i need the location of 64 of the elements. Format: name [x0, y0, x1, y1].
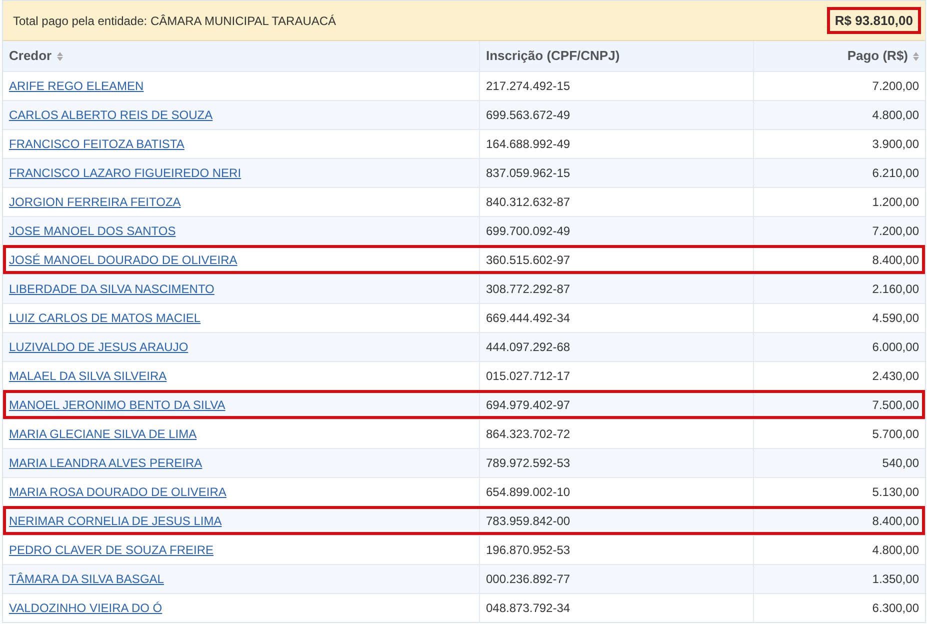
- creditor-link[interactable]: JORGION FERREIRA FEITOZA: [9, 193, 181, 211]
- column-header[interactable]: Pago (R$): [847, 46, 908, 66]
- creditor-link[interactable]: TÂMARA DA SILVA BASGAL: [9, 570, 164, 588]
- table-cell-text: 4.800,00: [872, 542, 919, 559]
- creditor-link[interactable]: MARIA LEANDRA ALVES PEREIRA: [9, 454, 202, 472]
- creditor-link[interactable]: MALAEL DA SILVA SILVEIRA: [9, 367, 167, 385]
- creditor-link[interactable]: LUZIVALDO DE JESUS ARAUJO: [9, 338, 188, 356]
- creditor-link[interactable]: JOSE MANOEL DOS SANTOS: [9, 222, 176, 240]
- summary-label: Total pago pela entidade: CÂMARA MUNICIPAL TARAUACÁ: [13, 12, 336, 30]
- table-cell-text: 048.873.792-34: [486, 600, 570, 617]
- table-cell-text: 4.800,00: [872, 107, 919, 124]
- creditor-link[interactable]: CARLOS ALBERTO REIS DE SOUZA: [9, 106, 213, 124]
- table-cell-text: 164.688.992-49: [486, 136, 570, 153]
- creditor-link[interactable]: LUIZ CARLOS DE MATOS MACIEL: [9, 309, 201, 327]
- table-cell-text: 6.300,00: [872, 600, 919, 617]
- table-cell-text: 000.236.892-77: [486, 571, 570, 588]
- creditor-link[interactable]: MARIA ROSA DOURADO DE OLIVEIRA: [9, 483, 226, 501]
- table-cell-text: 2.160,00: [872, 281, 919, 298]
- creditor-link[interactable]: JOSÉ MANOEL DOURADO DE OLIVEIRA: [9, 251, 238, 269]
- table-cell-text: 2.430,00: [872, 368, 919, 385]
- table-cell-text: 837.059.962-15: [486, 165, 570, 182]
- creditor-link[interactable]: FRANCISCO FEITOZA BATISTA: [9, 135, 184, 153]
- table-cell-text: 3.900,00: [872, 136, 919, 153]
- sort-icon[interactable]: [56, 52, 63, 60]
- table-cell-text: 6.210,00: [872, 165, 919, 182]
- table-cell-text: 840.312.632-87: [486, 194, 570, 211]
- table-cell-text: 360.515.602-97: [486, 252, 570, 269]
- table-cell-text: 699.563.672-49: [486, 107, 570, 124]
- creditor-link[interactable]: PEDRO CLAVER DE SOUZA FREIRE: [9, 541, 214, 559]
- total-amount: R$ 93.810,00: [826, 6, 921, 34]
- table-cell-text: 7.200,00: [872, 223, 919, 240]
- table-cell-text: 669.444.492-34: [486, 310, 570, 327]
- table-cell-text: 654.899.002-10: [486, 484, 570, 501]
- table-cell-text: 699.700.092-49: [486, 223, 570, 240]
- table-cell-text: 789.972.592-53: [486, 455, 570, 472]
- creditor-link[interactable]: NERIMAR CORNELIA DE JESUS LIMA: [9, 512, 222, 530]
- table-cell-text: 7.500,00: [872, 397, 919, 414]
- creditor-link[interactable]: MARIA GLECIANE SILVA DE LIMA: [9, 425, 197, 443]
- table-cell-text: 4.590,00: [872, 310, 919, 327]
- sort-icon[interactable]: [913, 52, 919, 60]
- table-cell-text: 444.097.292-68: [486, 339, 570, 356]
- table-cell-text: 8.400,00: [872, 252, 919, 269]
- creditor-link[interactable]: LIBERDADE DA SILVA NASCIMENTO: [9, 280, 214, 298]
- table-cell-text: 864.323.702-72: [486, 426, 570, 443]
- table-cell-text: 1.200,00: [872, 194, 919, 211]
- table-cell-text: 217.274.492-15: [486, 78, 570, 95]
- creditor-link[interactable]: FRANCISCO LAZARO FIGUEIREDO NERI: [9, 164, 242, 182]
- table-cell-text: 308.772.292-87: [486, 281, 570, 298]
- table-cell-text: 540,00: [882, 455, 919, 472]
- table-cell-text: 783.959.842-00: [486, 513, 570, 530]
- table-cell-text: 5.130,00: [872, 484, 919, 501]
- table-cell-text: 015.027.712-17: [486, 368, 570, 385]
- table-cell-text: 1.350,00: [872, 571, 919, 588]
- table-cell-text: 6.000,00: [872, 339, 919, 356]
- creditor-link[interactable]: MANOEL JERONIMO BENTO DA SILVA: [9, 396, 226, 414]
- table-cell-text: 7.200,00: [872, 78, 919, 95]
- table-cell-text: 8.400,00: [872, 513, 919, 530]
- table-cell-text: 5.700,00: [872, 426, 919, 443]
- creditor-link[interactable]: ARIFE REGO ELEAMEN: [9, 77, 144, 95]
- creditor-link[interactable]: VALDOZINHO VIEIRA DO Ó: [9, 599, 162, 617]
- column-header[interactable]: Credor: [9, 46, 52, 66]
- table-cell-text: 694.979.402-97: [486, 397, 570, 414]
- column-header: Inscrição (CPF/CNPJ): [486, 47, 620, 66]
- table-cell-text: 196.870.952-53: [486, 542, 570, 559]
